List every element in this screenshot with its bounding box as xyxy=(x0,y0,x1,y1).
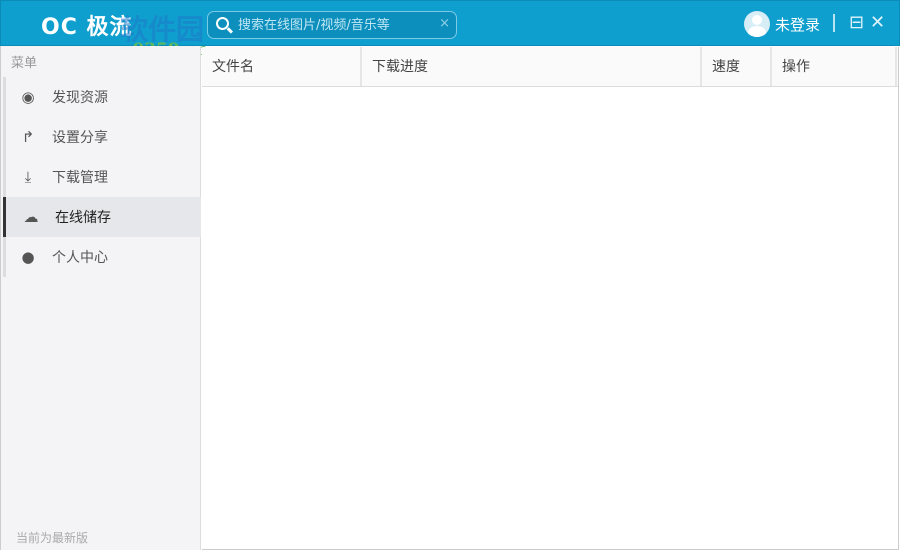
download-table: 文件名 下载进度 速度 操作 xyxy=(202,47,899,550)
download-icon: ⤓ xyxy=(24,168,32,186)
column-actions[interactable]: 操作 xyxy=(772,47,897,86)
login-label: 未登录 xyxy=(775,15,821,34)
divider xyxy=(833,14,835,32)
sidebar-item-share[interactable]: ↱ 设置分享 xyxy=(6,117,201,157)
search-icon xyxy=(216,17,229,30)
column-speed[interactable]: 速度 xyxy=(702,47,772,86)
search-box[interactable]: × xyxy=(207,11,457,39)
menu-header: 菜单 xyxy=(11,56,38,71)
sidebar: 菜单 ◉ 发现资源 ↱ 设置分享 ⤓ 下载管理 ☁ 在线储存 ● 个人中心 当前为最新版 xyxy=(0,46,201,550)
column-progress[interactable]: 下载进度 xyxy=(362,47,702,86)
sidebar-item-label: 下载管理 xyxy=(52,170,108,186)
cloud-icon: ☁ xyxy=(23,208,39,226)
sidebar-item-downloads[interactable]: ⤓ 下载管理 xyxy=(6,157,201,197)
search-input[interactable] xyxy=(238,15,438,35)
sidebar-item-label: 个人中心 xyxy=(52,250,108,266)
sidebar-item-discover[interactable]: ◉ 发现资源 xyxy=(6,77,201,117)
version-status: 当前为最新版 xyxy=(16,531,89,545)
column-filename[interactable]: 文件名 xyxy=(202,47,362,86)
close-icon[interactable]: ✕ xyxy=(870,13,885,33)
sidebar-item-cloud-storage[interactable]: ☁ 在线储存 xyxy=(3,197,201,237)
nav-menu: ◉ 发现资源 ↱ 设置分享 ⤓ 下载管理 ☁ 在线储存 ● 个人中心 xyxy=(3,77,201,277)
clear-icon[interactable]: × xyxy=(439,16,450,31)
eye-icon: ◉ xyxy=(21,88,35,106)
login-button[interactable]: 未登录 xyxy=(744,11,820,37)
minimize-icon[interactable]: ⊟ xyxy=(849,13,864,33)
share-icon: ↱ xyxy=(21,128,35,146)
sidebar-item-label: 发现资源 xyxy=(52,90,108,106)
user-icon: ● xyxy=(21,248,35,266)
avatar xyxy=(744,11,770,37)
sidebar-item-label: 在线储存 xyxy=(55,210,111,226)
sidebar-item-label: 设置分享 xyxy=(52,130,108,146)
sidebar-item-profile[interactable]: ● 个人中心 xyxy=(6,237,201,277)
table-header: 文件名 下载进度 速度 操作 xyxy=(202,47,898,87)
